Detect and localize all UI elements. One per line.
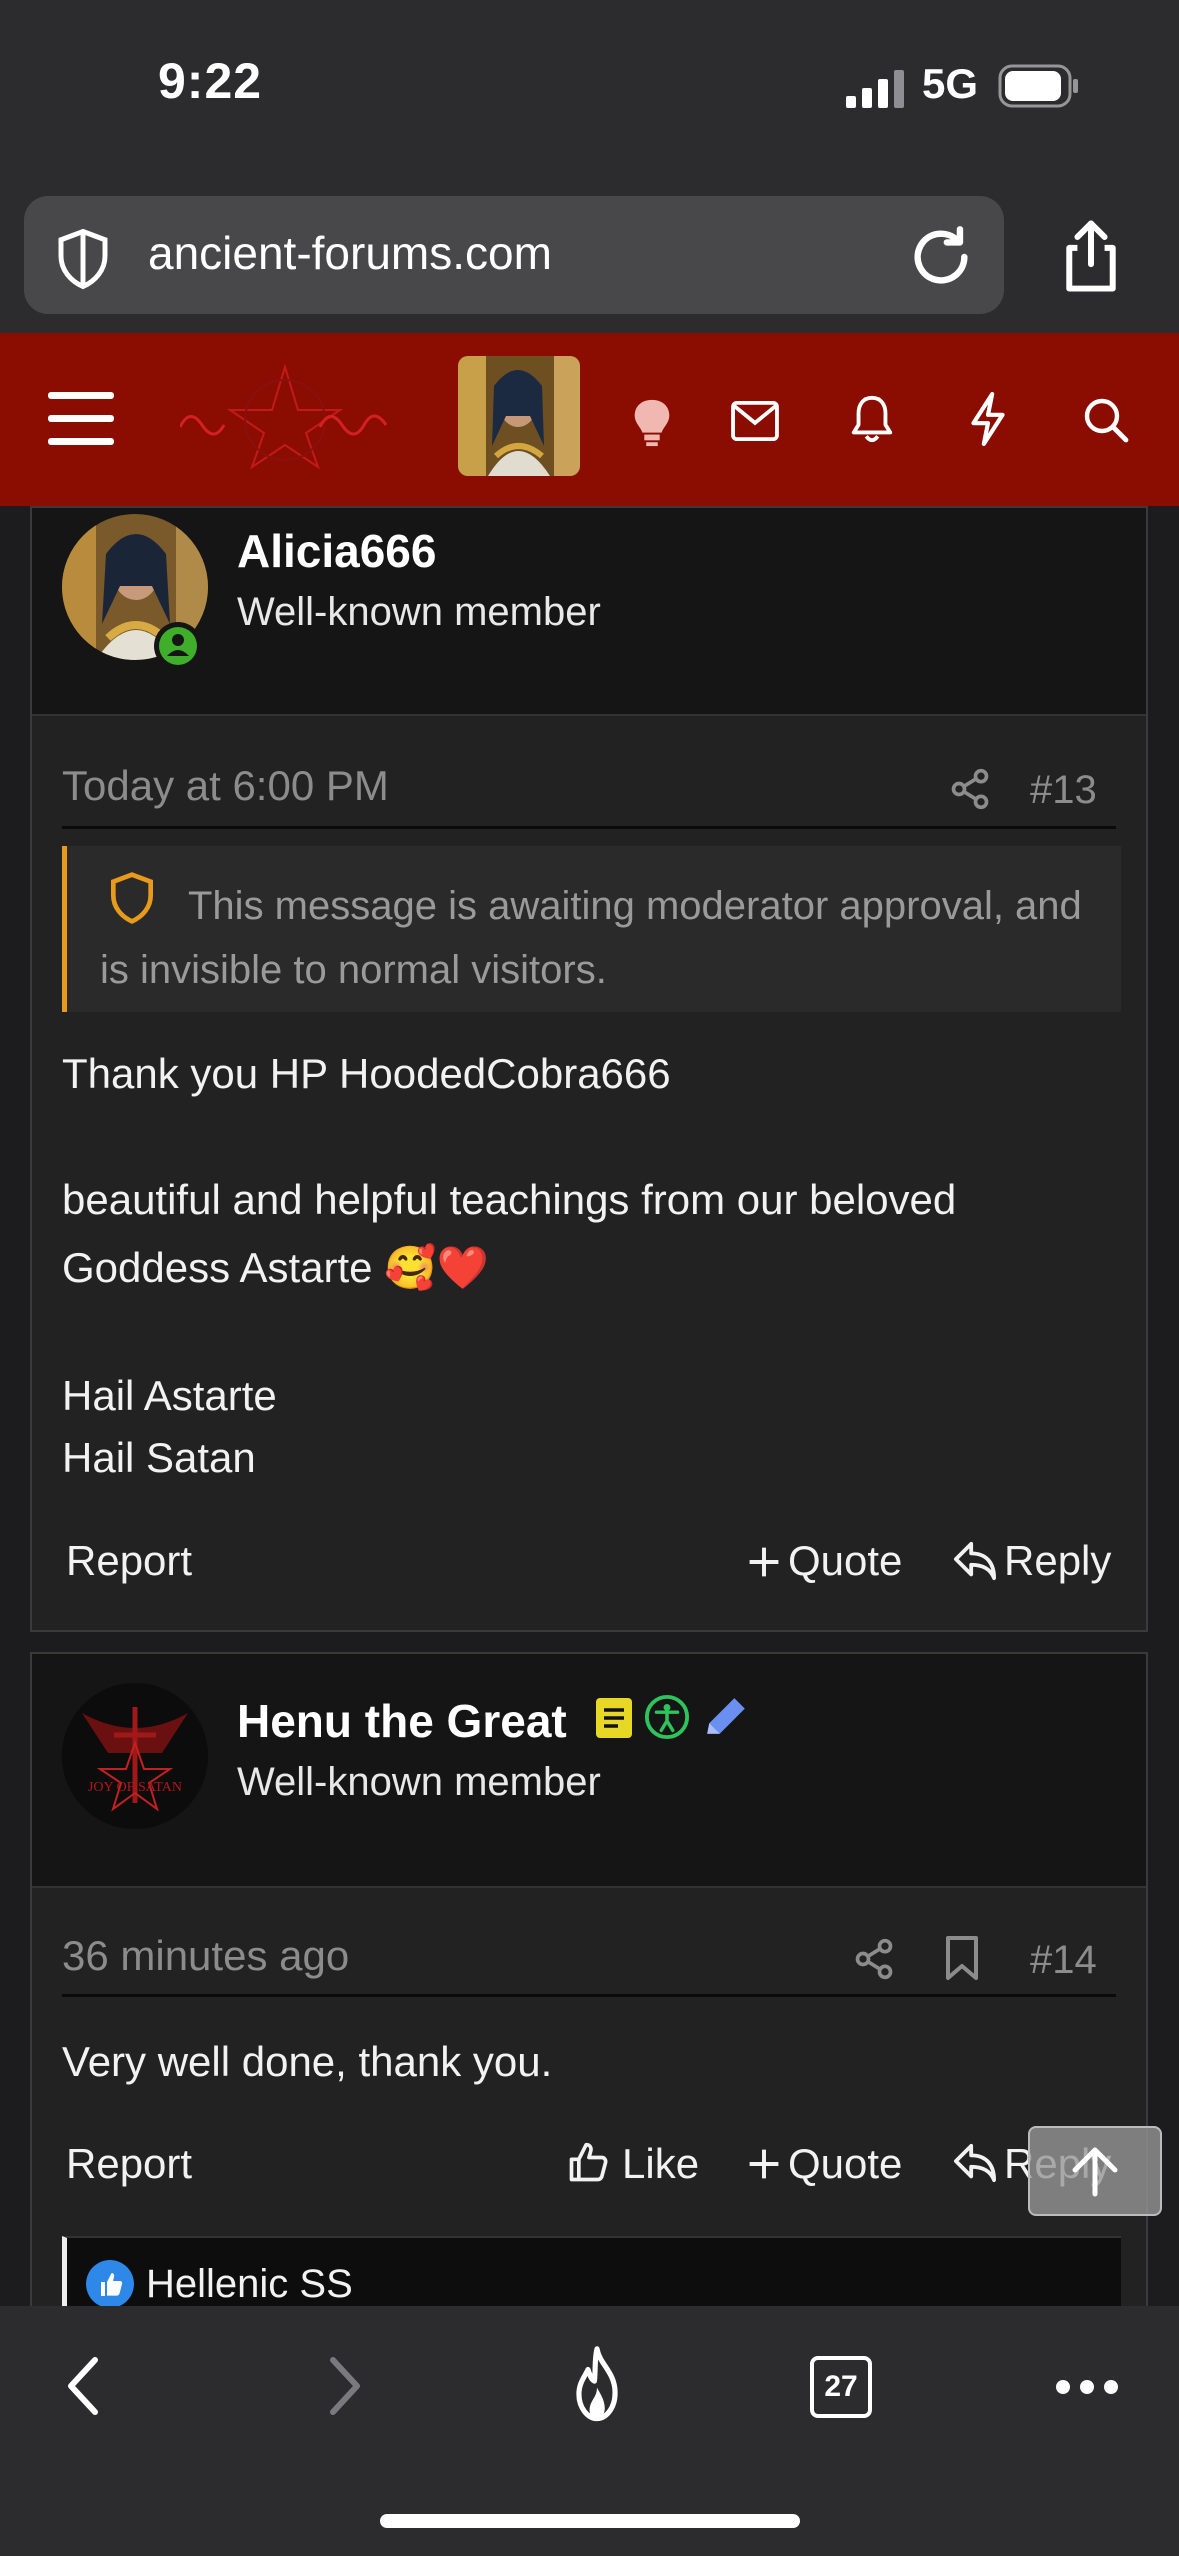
url-text[interactable]: ancient-forums.com bbox=[148, 226, 552, 280]
reply-icon[interactable] bbox=[952, 2142, 998, 2184]
bell-icon[interactable] bbox=[850, 394, 894, 444]
post-body-line: Goddess Astarte 🥰❤️ bbox=[62, 1244, 489, 1291]
author-name[interactable]: Alicia666 bbox=[237, 524, 436, 578]
signal-icon bbox=[846, 70, 904, 108]
author-role: Well-known member bbox=[237, 590, 601, 634]
book-badge-icon bbox=[596, 1698, 632, 1738]
privacy-shield-icon[interactable] bbox=[50, 226, 116, 292]
battery-icon bbox=[998, 64, 1078, 108]
moderation-notice-text: This message is awaiting moderator appro… bbox=[100, 884, 1082, 992]
like-reaction-icon bbox=[86, 2260, 134, 2308]
inbox-icon[interactable] bbox=[730, 400, 780, 442]
scroll-top-button[interactable] bbox=[1028, 2126, 1162, 2216]
tab-count: 27 bbox=[824, 2370, 858, 2403]
plus-icon[interactable] bbox=[746, 2144, 782, 2184]
plus-icon[interactable] bbox=[746, 1542, 782, 1582]
divider bbox=[62, 826, 1116, 829]
report-link[interactable]: Report bbox=[66, 2140, 192, 2188]
tabs-button[interactable]: 27 bbox=[810, 2356, 872, 2418]
reply-button[interactable]: Reply bbox=[1004, 1537, 1111, 1585]
quote-button[interactable]: Quote bbox=[788, 1537, 902, 1585]
back-icon[interactable] bbox=[62, 2354, 104, 2418]
accessibility-badge-icon bbox=[644, 1694, 690, 1740]
bookmark-icon[interactable] bbox=[942, 1934, 982, 1982]
search-icon[interactable] bbox=[1082, 396, 1130, 444]
arrow-up-icon bbox=[1072, 2147, 1118, 2197]
reply-icon[interactable] bbox=[952, 1540, 998, 1582]
post-number[interactable]: #14 bbox=[1030, 1938, 1097, 1983]
pencil-badge-icon bbox=[707, 1698, 745, 1734]
svg-text:JOY OF SATAN: JOY OF SATAN bbox=[88, 1780, 182, 1795]
divider bbox=[62, 1994, 1116, 1997]
share-icon[interactable] bbox=[1058, 218, 1124, 294]
more-icon[interactable] bbox=[1054, 2376, 1120, 2398]
post-body-line: Hail Satan bbox=[62, 1434, 256, 1481]
reaction-user[interactable]: Hellenic SS bbox=[146, 2262, 353, 2307]
report-link[interactable]: Report bbox=[66, 1537, 192, 1585]
user-avatar[interactable] bbox=[458, 356, 580, 476]
author-role: Well-known member bbox=[237, 1760, 601, 1804]
quote-button[interactable]: Quote bbox=[788, 2140, 902, 2188]
author-name[interactable]: Henu the Great bbox=[237, 1694, 567, 1748]
thumbs-up-icon[interactable] bbox=[566, 2140, 610, 2186]
share-post-icon[interactable] bbox=[852, 1936, 896, 1982]
site-logo[interactable] bbox=[180, 355, 390, 475]
hamburger-icon[interactable] bbox=[48, 392, 114, 446]
status-time: 9:22 bbox=[158, 53, 263, 109]
online-status-icon bbox=[154, 622, 202, 670]
flame-icon[interactable] bbox=[566, 2346, 628, 2424]
forward-icon[interactable] bbox=[324, 2354, 366, 2418]
like-button[interactable]: Like bbox=[622, 2140, 699, 2188]
network-type: 5G bbox=[922, 60, 979, 107]
lightbulb-icon[interactable] bbox=[632, 398, 672, 448]
post-body-line: Hail Astarte bbox=[62, 1372, 277, 1419]
post-number[interactable]: #13 bbox=[1030, 768, 1097, 813]
post-body-line: Very well done, thank you. bbox=[62, 2038, 553, 2085]
share-post-icon[interactable] bbox=[948, 766, 992, 812]
post-body-line: beautiful and helpful teachings from our… bbox=[62, 1176, 957, 1223]
post-timestamp[interactable]: Today at 6:00 PM bbox=[62, 762, 389, 810]
author-avatar[interactable]: JOY OF SATAN bbox=[62, 1683, 208, 1829]
post-timestamp[interactable]: 36 minutes ago bbox=[62, 1932, 349, 1980]
lightning-icon[interactable] bbox=[966, 392, 1010, 446]
home-indicator[interactable] bbox=[380, 2514, 800, 2528]
post-body-line: Thank you HP HoodedCobra666 bbox=[62, 1050, 671, 1097]
reload-icon[interactable] bbox=[906, 222, 976, 292]
